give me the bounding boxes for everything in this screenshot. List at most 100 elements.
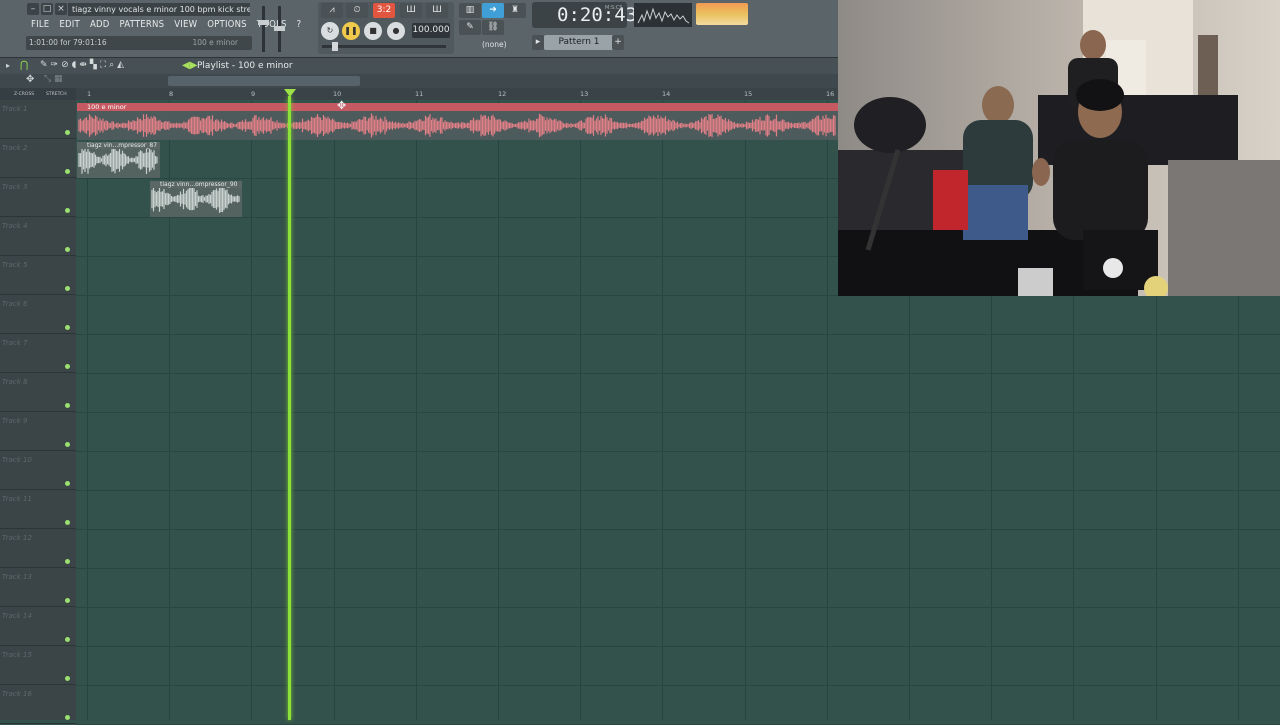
none-selector[interactable]: (none) <box>482 40 507 49</box>
track-mute-led[interactable] <box>65 286 70 291</box>
track-header[interactable]: Track 5 <box>0 256 76 295</box>
close-icon[interactable]: × <box>55 3 67 15</box>
track-mute-led[interactable] <box>65 481 70 486</box>
master-volume-knob[interactable] <box>258 20 269 25</box>
song-position-knob[interactable] <box>332 42 338 51</box>
menu-edit[interactable]: EDIT <box>54 18 85 32</box>
track-mute-led[interactable] <box>65 442 70 447</box>
pan-icon[interactable]: ⤡ ▦ <box>44 74 63 84</box>
waveform-path <box>78 146 158 174</box>
bell-icon[interactable]: ♜ <box>504 3 526 18</box>
playlist-menu-icon[interactable]: ▸ <box>6 61 10 70</box>
hint-bar: 1:01:00 for 79:01:16 100 e minor <box>26 36 252 50</box>
track-name: Track 12 <box>2 534 32 542</box>
track-header[interactable]: Track 8 <box>0 373 76 412</box>
playhead[interactable] <box>288 96 291 720</box>
record-icon[interactable]: ● <box>387 22 405 40</box>
zoom-icon[interactable]: ✥ <box>26 74 34 85</box>
track-header[interactable]: Track 7 <box>0 334 76 373</box>
zcross-label[interactable]: Z-CROSS <box>14 92 34 97</box>
grid-track-line <box>76 373 1280 374</box>
track-header[interactable]: Track 13 <box>0 568 76 607</box>
menu-help[interactable]: ? <box>292 18 307 32</box>
horizontal-scrollbar[interactable] <box>168 76 360 86</box>
track-mute-led[interactable] <box>65 637 70 642</box>
track-header[interactable]: Track 16 <box>0 685 76 724</box>
menu-options[interactable]: OPTIONS <box>202 18 252 32</box>
track-mute-led[interactable] <box>65 364 70 369</box>
track-name: Track 10 <box>2 456 32 464</box>
restore-icon[interactable]: □ <box>41 3 53 15</box>
oscilloscope <box>634 3 692 27</box>
hint-text: 1:01:00 for 79:01:16 <box>29 38 107 47</box>
clip-header-100-e-minor[interactable]: 100 e minor <box>77 103 838 111</box>
time-display[interactable]: 0:20:43 <box>557 2 637 28</box>
track-header[interactable]: Track 9 <box>0 412 76 451</box>
track-mute-led[interactable] <box>65 325 70 330</box>
arrow-icon[interactable]: ➜ <box>482 3 504 18</box>
metronome-icon[interactable]: ⏲ <box>346 3 368 18</box>
menu-patterns[interactable]: PATTERNS <box>115 18 170 32</box>
master-pitch-knob[interactable] <box>274 26 285 31</box>
piano-icon[interactable]: ▥ <box>459 3 481 18</box>
ruler-tick: 10 <box>333 90 342 98</box>
tempo-display[interactable]: 100.000 <box>412 23 450 38</box>
master-volume-slider[interactable] <box>262 6 265 52</box>
track-header[interactable]: Track 12 <box>0 529 76 568</box>
grid-bar-line <box>87 100 88 720</box>
track-mute-led[interactable] <box>65 676 70 681</box>
track-name: Track 14 <box>2 612 32 620</box>
track-mute-led[interactable] <box>65 559 70 564</box>
pencil-icon[interactable]: ✎ <box>459 20 481 35</box>
loop-icon[interactable]: ↻ <box>321 22 339 40</box>
step-edit-icon[interactable]: Ш <box>400 3 422 18</box>
track-header[interactable]: Track 14 <box>0 607 76 646</box>
pattern-prev-icon[interactable]: ▸ <box>532 35 544 50</box>
song-position-slider[interactable] <box>322 45 446 48</box>
track-name: Track 1 <box>2 105 28 113</box>
hint-right: 100 e minor <box>192 38 238 47</box>
track-header[interactable]: Track 6 <box>0 295 76 334</box>
track-mute-led[interactable] <box>65 403 70 408</box>
countdown-icon[interactable]: Ш <box>426 3 448 18</box>
waveform-icon <box>637 7 690 24</box>
snap-magnet-icon[interactable]: ⋂ <box>20 60 28 71</box>
track-header[interactable]: Track 2 <box>0 139 76 178</box>
clip-header-vocals-90[interactable]: tiagz vinn...ompressor_90 <box>150 181 242 188</box>
stop-icon[interactable]: ■ <box>364 22 382 40</box>
track-header[interactable]: Track 4 <box>0 217 76 256</box>
audio-clip-100-e-minor[interactable] <box>77 111 838 140</box>
track-mute-led[interactable] <box>65 520 70 525</box>
track-mute-led[interactable] <box>65 247 70 252</box>
timeline-ruler[interactable] <box>76 88 838 100</box>
song-mode-button[interactable]: 3:2 <box>373 3 395 18</box>
menu-view[interactable]: VIEW <box>169 18 202 32</box>
menu-file[interactable]: FILE <box>26 18 54 32</box>
stretch-label[interactable]: STRETCH <box>46 92 67 97</box>
track-mute-led[interactable] <box>65 715 70 720</box>
track-header[interactable]: Track 3 <box>0 178 76 217</box>
typing-keyboard-icon[interactable]: ⩘ <box>321 3 343 18</box>
minimize-icon[interactable]: – <box>27 3 39 15</box>
grid-track-line <box>76 568 1280 569</box>
track-name: Track 8 <box>2 378 28 386</box>
track-mute-led[interactable] <box>65 208 70 213</box>
track-name: Track 11 <box>2 495 32 503</box>
menu-add[interactable]: ADD <box>85 18 115 32</box>
grid-track-line <box>76 490 1280 491</box>
track-mute-led[interactable] <box>65 598 70 603</box>
pattern-selector[interactable]: Pattern 1 <box>544 35 614 50</box>
pattern-add-icon[interactable]: + <box>612 35 624 50</box>
track-header[interactable]: Track 15 <box>0 646 76 685</box>
link-icon[interactable]: ⛓ <box>482 20 504 35</box>
grid-track-line <box>76 685 1280 686</box>
track-header[interactable]: Track 1 <box>0 100 76 139</box>
clip-header-vocals-87[interactable]: tiagz vin...mpressor_87 <box>77 142 160 149</box>
track-mute-led[interactable] <box>65 169 70 174</box>
track-mute-led[interactable] <box>65 130 70 135</box>
track-header[interactable]: Track 11 <box>0 490 76 529</box>
track-header[interactable]: Track 10 <box>0 451 76 490</box>
pause-icon[interactable]: ❚❚ <box>342 22 360 40</box>
playlist-tools-icons[interactable]: ✎✑⊘◖⇼▚⛶⌕◭ <box>40 60 127 70</box>
track-name: Track 6 <box>2 300 28 308</box>
